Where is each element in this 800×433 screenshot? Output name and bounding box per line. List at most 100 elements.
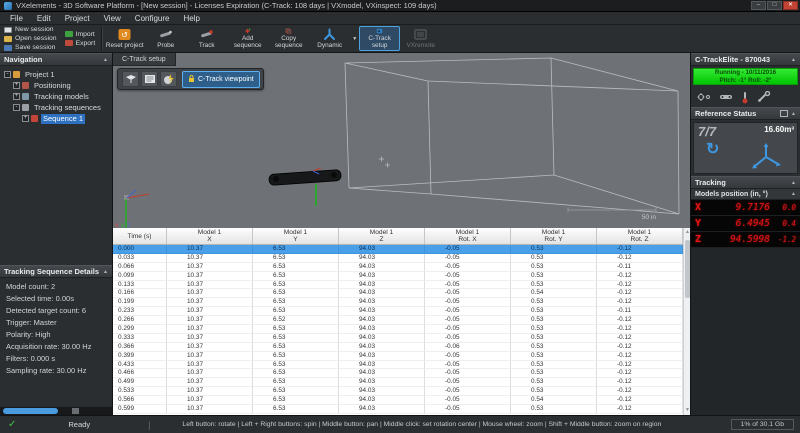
table-row[interactable]: 0.39910.376.5394.03-0.050.53-0.12 [113,352,683,361]
table-cell: 0.53 [511,405,597,414]
table-row[interactable]: 0.06610.376.5394.03-0.050.53-0.11 [113,263,683,272]
table-row[interactable]: 0.09910.376.5394.03-0.050.53-0.12 [113,272,683,281]
tree-expander[interactable]: - [4,71,11,78]
view-list-button[interactable] [141,71,158,87]
table-row[interactable]: 0.19910.376.5394.03-0.050.53-0.12 [113,298,683,307]
table-vscrollbar[interactable]: ▲ ▼ [683,228,690,415]
save-session-button[interactable]: Save session [4,43,57,52]
column-header[interactable]: Model 1X [167,228,253,244]
ready-check-icon: ✓ [8,419,16,430]
import-button[interactable]: Import [65,30,96,39]
table-cell: -0.12 [597,405,683,414]
table-cell: 6.53 [253,325,339,334]
collapse-icon[interactable]: ▲ [791,180,796,186]
ctrack-device-header[interactable]: C-TrackElite - 870043 ▲ [691,53,800,66]
ctrack-viewpoint-button[interactable]: C-Track viewpoint [182,71,260,88]
collapse-icon[interactable]: ▲ [791,191,796,197]
mouse-hints: Left button: rotate | Left + Right butto… [182,421,661,428]
menu-item-file[interactable]: File [3,12,30,25]
column-header[interactable]: Model 1Y [253,228,339,244]
probe-button[interactable]: Probe [145,26,186,51]
column-header[interactable]: Model 1Z [339,228,425,244]
menu-item-configure[interactable]: Configure [128,12,177,25]
table-row[interactable]: 0.13310.376.5394.03-0.050.53-0.12 [113,281,683,290]
track-button[interactable]: Track [186,26,227,51]
menu-item-view[interactable]: View [97,12,128,25]
tree-item-sequence-1[interactable]: +Sequence 1 [0,113,112,124]
temperature-icon[interactable] [741,91,749,104]
tree-item-tracking-sequences[interactable]: -Tracking sequences [0,102,112,113]
collapse-icon[interactable]: ▲ [103,269,108,275]
table-row[interactable]: 0.29910.376.5394.03-0.050.53-0.12 [113,325,683,334]
table-row[interactable]: 0.23310.376.5394.03-0.050.53-0.11 [113,307,683,316]
fit-view-button[interactable] [122,71,139,87]
collapse-icon[interactable]: ▲ [103,57,108,63]
camera-bar-icon[interactable] [719,91,733,103]
column-header[interactable]: Model 1Rot. Z [597,228,683,244]
detail-line: Polarity: High [0,329,112,341]
export-button[interactable]: Export [65,39,96,48]
reference-status-header[interactable]: Reference Status ▲ [691,107,800,120]
table-row[interactable]: 0.36610.376.5394.03-0.060.53-0.12 [113,343,683,352]
table-cell: 10.37 [167,254,253,263]
reset-project-button[interactable]: ↺ Reset project [104,26,145,51]
table-row[interactable]: 0.00010.376.5394.03-0.050.53-0.12 [113,245,683,254]
column-header[interactable]: Model 1Rot. X [425,228,511,244]
tree-expander[interactable]: - [13,104,20,111]
tree-item-tracking-models[interactable]: +Tracking models [0,91,112,102]
table-row[interactable]: 0.56610.376.5394.03-0.050.54-0.12 [113,396,683,405]
table-row[interactable]: 0.16610.376.5394.03-0.050.54-0.12 [113,289,683,298]
vxremote-button[interactable]: VXremote [400,26,441,51]
tree-item-label: Project 1 [23,70,57,80]
table-cell: 10.37 [167,316,253,325]
detail-line: Filters: 0.000 s [0,353,112,365]
open-session-button[interactable]: Open session [4,34,57,43]
ctrack-device-title: C-TrackElite - 870043 [695,55,770,64]
table-row[interactable]: 0.53310.376.5394.03-0.050.53-0.12 [113,387,683,396]
tools-icon[interactable] [757,91,771,103]
tree-item-project-1[interactable]: - Project 1 [0,69,112,80]
table-row[interactable]: 0.43310.376.5394.03-0.050.53-0.12 [113,361,683,370]
navigation-header[interactable]: Navigation ▲ [0,53,112,66]
menu-item-project[interactable]: Project [58,12,97,25]
copy-sequence-button[interactable]: Copy sequence [268,26,309,51]
table-cell: -0.12 [597,369,683,378]
tree-expander[interactable]: + [22,115,29,122]
table-row[interactable]: 0.03310.376.5394.03-0.050.53-0.12 [113,254,683,263]
table-cell: 94.03 [339,396,425,405]
models-position-header[interactable]: Models position (in, °) ▲ [691,189,800,200]
menu-item-edit[interactable]: Edit [30,12,58,25]
hscroll-button[interactable] [72,408,79,414]
dynamic-button[interactable]: Dynamic [309,26,350,51]
column-header[interactable]: Model 1Rot. Y [511,228,597,244]
tree-expander[interactable]: + [13,82,20,89]
tree-expander[interactable]: + [13,93,20,100]
viewport-3d[interactable]: 50 in x y z C-Track setup C-Track viewpo… [113,53,690,228]
dynamic-dropdown-arrow[interactable]: ▼ [350,36,359,42]
collapse-icon[interactable]: ▲ [791,111,796,117]
table-row[interactable]: 0.33310.376.5394.03-0.050.53-0.12 [113,334,683,343]
close-button[interactable]: ✕ [783,1,798,10]
column-header[interactable]: Time (s) [113,228,167,244]
left-panel-hscrollbar[interactable] [0,407,112,415]
viewport-tab-ctrack-setup[interactable]: C-Track setup [113,53,176,66]
minimize-button[interactable]: – [751,1,766,10]
table-row[interactable]: 0.49910.376.5394.03-0.050.53-0.12 [113,378,683,387]
table-row[interactable]: 0.59910.376.5394.03-0.050.53-0.12 [113,405,683,414]
table-row[interactable]: 0.46610.376.5394.03-0.050.53-0.12 [113,369,683,378]
tree-item-positioning[interactable]: +Positioning [0,80,112,91]
targets-icon[interactable] [697,91,711,103]
ctrack-setup-button[interactable]: C-Track setup [359,26,400,51]
add-sequence-button[interactable]: Add sequence [227,26,268,51]
auto-view-button[interactable] [160,71,177,87]
grid-icon[interactable] [780,110,788,117]
table-row[interactable]: 0.26610.376.5294.03-0.050.53-0.12 [113,316,683,325]
new-session-button[interactable]: New session [4,25,57,34]
maximize-button[interactable]: □ [767,1,782,10]
collapse-icon[interactable]: ▲ [791,57,796,63]
hscroll-thumb[interactable] [3,408,58,414]
menu-item-help[interactable]: Help [176,12,206,25]
tracking-header[interactable]: Tracking ▲ [691,176,800,189]
table-cell: -0.05 [425,369,511,378]
sequence-details-header[interactable]: Tracking Sequence Details ▲ [0,265,112,278]
